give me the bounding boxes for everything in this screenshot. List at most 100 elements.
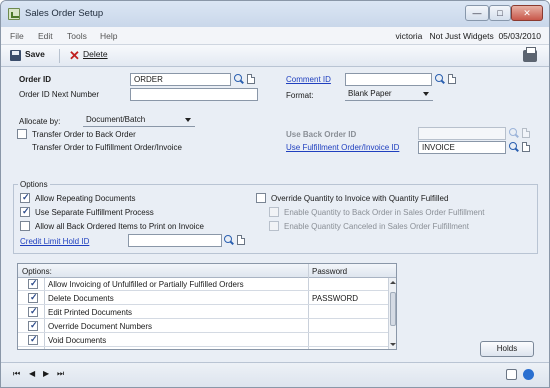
grid-header: Options: Password: [18, 264, 396, 278]
grid-row[interactable]: Delete Documents PASSWORD: [18, 292, 388, 305]
override-quantity-checkbox[interactable]: [256, 193, 266, 203]
credit-limit-lookup-icon[interactable]: [224, 235, 234, 246]
note-icon[interactable]: [506, 369, 517, 380]
fulfillment-lookup-icon[interactable]: [509, 142, 519, 153]
grid-row-label: Void Documents: [48, 336, 107, 345]
save-label: Save: [25, 49, 45, 59]
previous-record-icon[interactable]: ◀: [29, 369, 35, 378]
enable-back-order-checkbox: [269, 207, 279, 217]
comment-id-field[interactable]: [345, 73, 432, 86]
grid-row-checkbox[interactable]: [28, 278, 38, 289]
allow-repeating-checkbox[interactable]: [20, 192, 30, 203]
options-group-label: Options: [18, 180, 50, 189]
grid-row-label: Delete Documents: [48, 294, 114, 303]
back-order-note-icon: [522, 128, 530, 138]
password-options-grid: Options: Password Allow Invoicing of Unf…: [17, 263, 397, 350]
allocate-by-value: Document/Batch: [86, 115, 146, 124]
menu-tools[interactable]: Tools: [67, 31, 87, 41]
grid-col-password: Password: [312, 267, 348, 276]
comment-id-note-icon[interactable]: [448, 74, 456, 84]
grid-scrollbar[interactable]: [388, 278, 396, 349]
back-order-id-field: [418, 127, 506, 140]
menu-help[interactable]: Help: [100, 31, 117, 41]
grid-row[interactable]: Allow Invoicing of Unfulfilled or Partia…: [18, 278, 388, 291]
grid-row-checkbox[interactable]: [28, 320, 38, 331]
allow-back-ordered-label: Allow all Back Ordered Items to Print on…: [35, 222, 204, 231]
allow-back-ordered-checkbox[interactable]: [20, 221, 30, 231]
fulfillment-id-field[interactable]: INVOICE: [418, 141, 506, 154]
scroll-thumb[interactable]: [390, 292, 396, 326]
user-name: victoria: [395, 31, 423, 41]
order-id-lookup-icon[interactable]: [234, 74, 244, 85]
chevron-down-icon: [185, 118, 191, 122]
last-record-icon[interactable]: ⏭: [57, 369, 64, 379]
order-id-next-label: Order ID Next Number: [19, 90, 100, 99]
grid-row-checkbox[interactable]: [28, 334, 38, 345]
use-fulfillment-link[interactable]: Use Fulfillment Order/Invoice ID: [286, 143, 399, 152]
app-icon: [8, 8, 20, 20]
override-quantity-label: Override Quantity to Invoice with Quanti…: [271, 194, 449, 203]
credit-limit-hold-link[interactable]: Credit Limit Hold ID: [20, 237, 89, 246]
maximize-button[interactable]: □: [489, 5, 511, 21]
toolbar: Save ✕ Delete: [1, 45, 549, 67]
comment-id-lookup-icon[interactable]: [435, 74, 445, 85]
transfer-back-order-checkbox[interactable]: [17, 129, 27, 139]
grid-row[interactable]: Void Documents: [18, 334, 388, 347]
close-button[interactable]: ✕: [511, 5, 543, 21]
format-label: Format:: [286, 91, 314, 100]
allocate-by-label: Allocate by:: [19, 117, 61, 126]
grid-row-label: Edit Printed Documents: [48, 308, 133, 317]
grid-row-password[interactable]: PASSWORD: [312, 294, 358, 303]
toolbar-separator: [59, 49, 60, 63]
use-separate-fulfillment-checkbox[interactable]: [20, 206, 30, 217]
chevron-down-icon: [423, 92, 429, 96]
delete-icon: ✕: [69, 48, 80, 63]
holds-button[interactable]: Holds: [480, 341, 534, 357]
window-title: Sales Order Setup: [25, 8, 104, 19]
company-name: Not Just Widgets: [429, 31, 494, 41]
back-order-lookup-icon: [509, 128, 519, 139]
enable-canceled-label: Enable Quantity Canceled in Sales Order …: [284, 222, 469, 231]
allocate-by-select[interactable]: Document/Batch: [83, 114, 195, 127]
use-separate-fulfillment-label: Use Separate Fulfillment Process: [35, 208, 154, 217]
first-record-icon[interactable]: ⏮: [13, 369, 20, 379]
scroll-up-icon[interactable]: [390, 281, 396, 284]
grid-row-checkbox[interactable]: [28, 306, 38, 317]
grid-row[interactable]: Edit Printed Documents: [18, 306, 388, 319]
sales-order-setup-window: Sales Order Setup — □ ✕ File Edit Tools …: [0, 0, 550, 388]
order-id-field[interactable]: ORDER: [130, 73, 231, 86]
user-date: 05/03/2010: [498, 31, 541, 41]
grid-col-options: Options:: [22, 267, 52, 276]
save-icon: [10, 50, 21, 61]
order-id-label: Order ID: [19, 75, 52, 84]
print-icon[interactable]: [523, 47, 537, 62]
grid-row-label: Override Document Numbers: [48, 322, 153, 331]
fulfillment-note-icon[interactable]: [522, 142, 530, 152]
credit-limit-hold-field[interactable]: [128, 234, 222, 247]
delete-label: Delete: [83, 49, 108, 59]
grid-row-checkbox[interactable]: [28, 292, 38, 303]
minimize-button[interactable]: —: [465, 5, 489, 21]
transfer-back-order-label: Transfer Order to Back Order: [32, 130, 136, 139]
user-info: victoria Not Just Widgets 05/03/2010: [395, 31, 541, 41]
next-record-icon[interactable]: ▶: [43, 369, 49, 378]
title-bar: Sales Order Setup — □ ✕: [1, 1, 549, 27]
enable-canceled-checkbox: [269, 221, 279, 231]
status-bar: ⏮ ◀ ▶ ⏭: [1, 362, 549, 387]
allow-repeating-label: Allow Repeating Documents: [35, 194, 136, 203]
help-icon[interactable]: [523, 369, 534, 380]
scroll-down-icon[interactable]: [390, 343, 396, 346]
menu-file[interactable]: File: [10, 31, 24, 41]
transfer-fulfillment-label: Transfer Order to Fulfillment Order/Invo…: [32, 143, 182, 152]
grid-row-label: Allow Invoicing of Unfulfilled or Partia…: [48, 280, 244, 289]
format-select[interactable]: Blank Paper: [345, 88, 433, 101]
menu-edit[interactable]: Edit: [38, 31, 53, 41]
order-id-note-icon[interactable]: [247, 74, 255, 84]
credit-limit-note-icon[interactable]: [237, 235, 245, 245]
format-value: Blank Paper: [348, 89, 392, 98]
menu-bar: File Edit Tools Help victoria Not Just W…: [1, 27, 549, 45]
grid-row[interactable]: Override Document Numbers: [18, 320, 388, 333]
comment-id-link[interactable]: Comment ID: [286, 75, 331, 84]
order-id-next-field[interactable]: [130, 88, 258, 101]
use-back-order-label: Use Back Order ID: [286, 130, 357, 139]
